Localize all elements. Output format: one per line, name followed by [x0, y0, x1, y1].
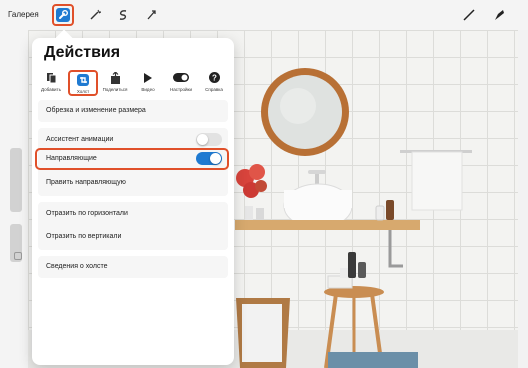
video-action[interactable]: Видео: [133, 70, 163, 96]
add-label: Добавить: [41, 87, 61, 92]
guides-section: Ассистент анимации Направляющие Править …: [35, 128, 229, 196]
guides-toggle[interactable]: [196, 152, 222, 165]
canvas-info-item[interactable]: Сведения о холсте: [46, 263, 108, 270]
top-toolbar: Галерея: [0, 0, 528, 30]
canvas-info-section: Сведения о холсте: [38, 256, 228, 278]
sidebar: [0, 30, 28, 368]
canvas-icon: [70, 72, 96, 87]
edit-guide-item[interactable]: Править направляющую: [46, 179, 126, 186]
help-label: Справка: [205, 87, 223, 92]
panel-title: Действия: [44, 44, 121, 61]
magic-wand-icon: [90, 9, 101, 20]
add-action[interactable]: Добавить: [36, 70, 66, 96]
animation-assist-toggle[interactable]: [196, 133, 222, 146]
adjustments-button[interactable]: [84, 4, 106, 26]
settings-action[interactable]: Настройки: [166, 70, 196, 96]
video-icon: [133, 70, 163, 85]
help-action[interactable]: ? Справка: [199, 70, 229, 96]
canvas-action[interactable]: Холст: [68, 70, 98, 96]
flip-vertical-item[interactable]: Отразить по вертикали: [46, 233, 121, 240]
brush-size-slider[interactable]: [10, 148, 22, 212]
selection-s-icon: [119, 10, 127, 20]
svg-text:?: ?: [212, 74, 217, 83]
cursor-arrow-icon: [147, 10, 156, 20]
crop-section: Обрезка и изменение размера: [38, 100, 228, 122]
settings-label: Настройки: [169, 87, 193, 92]
gallery-button[interactable]: Галерея: [8, 10, 39, 19]
share-icon: [100, 70, 130, 85]
procreate-screen: Галерея Действия Добавить Холст Поделить…: [0, 0, 528, 368]
smudge-icon: [495, 10, 504, 20]
modify-button[interactable]: [14, 252, 22, 260]
add-icon: [36, 70, 66, 85]
canvas-label: Холст: [76, 89, 90, 94]
wrench-icon: [56, 8, 70, 22]
share-action[interactable]: Поделиться: [100, 70, 130, 96]
animation-assist-label: Ассистент анимации: [46, 136, 114, 143]
crop-resize-item[interactable]: Обрезка и изменение размера: [46, 107, 146, 114]
help-icon: ?: [199, 70, 229, 85]
brush-tool-button[interactable]: [458, 4, 480, 26]
smudge-tool-button[interactable]: [488, 4, 510, 26]
settings-toggle-icon: [166, 70, 196, 85]
actions-panel: Действия Добавить Холст Поделиться Видео…: [32, 29, 234, 365]
guides-label: Направляющие: [46, 155, 97, 162]
flip-horizontal-item[interactable]: Отразить по горизонтали: [46, 210, 128, 217]
selection-button[interactable]: [112, 4, 134, 26]
brush-icon: [463, 9, 475, 21]
flip-section: Отразить по горизонтали Отразить по верт…: [38, 202, 228, 250]
transform-button[interactable]: [140, 4, 162, 26]
actions-button[interactable]: [52, 4, 74, 26]
video-label: Видео: [141, 87, 155, 92]
share-label: Поделиться: [102, 87, 128, 92]
